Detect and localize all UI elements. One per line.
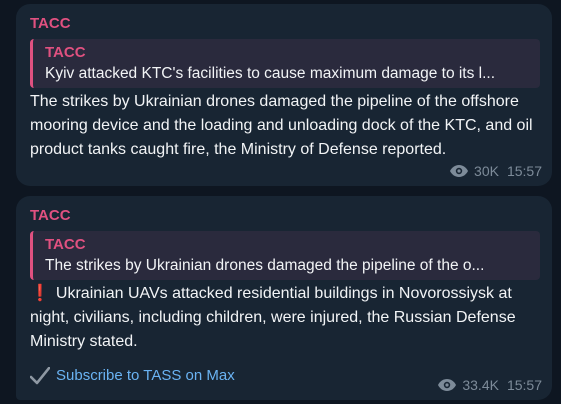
message-text: The strikes by Ukrainian drones damaged … xyxy=(30,93,533,158)
checkmark-icon xyxy=(30,367,50,385)
exclamation-icon: ❗ xyxy=(30,285,50,302)
eye-icon xyxy=(450,165,469,177)
reply-text: Kyiv attacked KTC's facilities to cause … xyxy=(45,65,496,82)
message-bubble[interactable]: TACC TACC Kyiv attacked KTC's facilities… xyxy=(16,4,552,186)
reply-quote[interactable]: TACC The strikes by Ukrainian drones dam… xyxy=(30,231,540,280)
message-text: ❗ Ukrainian UAVs attacked residential bui… xyxy=(30,282,542,354)
subscribe-row: Subscribe to TASS on Max xyxy=(30,366,235,386)
message-time: 15:57 xyxy=(506,163,542,179)
message-time: 15:57 xyxy=(506,377,542,393)
message-bubble[interactable]: TACC TACC The strikes by Ukrainian drone… xyxy=(16,196,552,400)
reply-text: The strikes by Ukrainian drones damaged … xyxy=(45,257,485,274)
view-count: 30K xyxy=(474,163,499,179)
message-text-content: Ukrainian UAVs attacked residential buil… xyxy=(30,285,516,350)
eye-icon xyxy=(438,379,457,391)
reply-sender-name: TACC xyxy=(45,44,86,61)
subscribe-link[interactable]: Subscribe to TASS on Max xyxy=(56,366,235,386)
view-count: 33.4K xyxy=(462,377,499,393)
sender-name[interactable]: TACC xyxy=(30,206,71,226)
reply-quote[interactable]: TACC Kyiv attacked KTC's facilities to c… xyxy=(30,39,540,88)
message-meta: 30K 15:57 xyxy=(450,162,542,180)
reply-sender-name: TACC xyxy=(45,236,86,253)
sender-name[interactable]: TACC xyxy=(30,14,71,34)
message-meta: 33.4K 15:57 xyxy=(438,376,542,394)
